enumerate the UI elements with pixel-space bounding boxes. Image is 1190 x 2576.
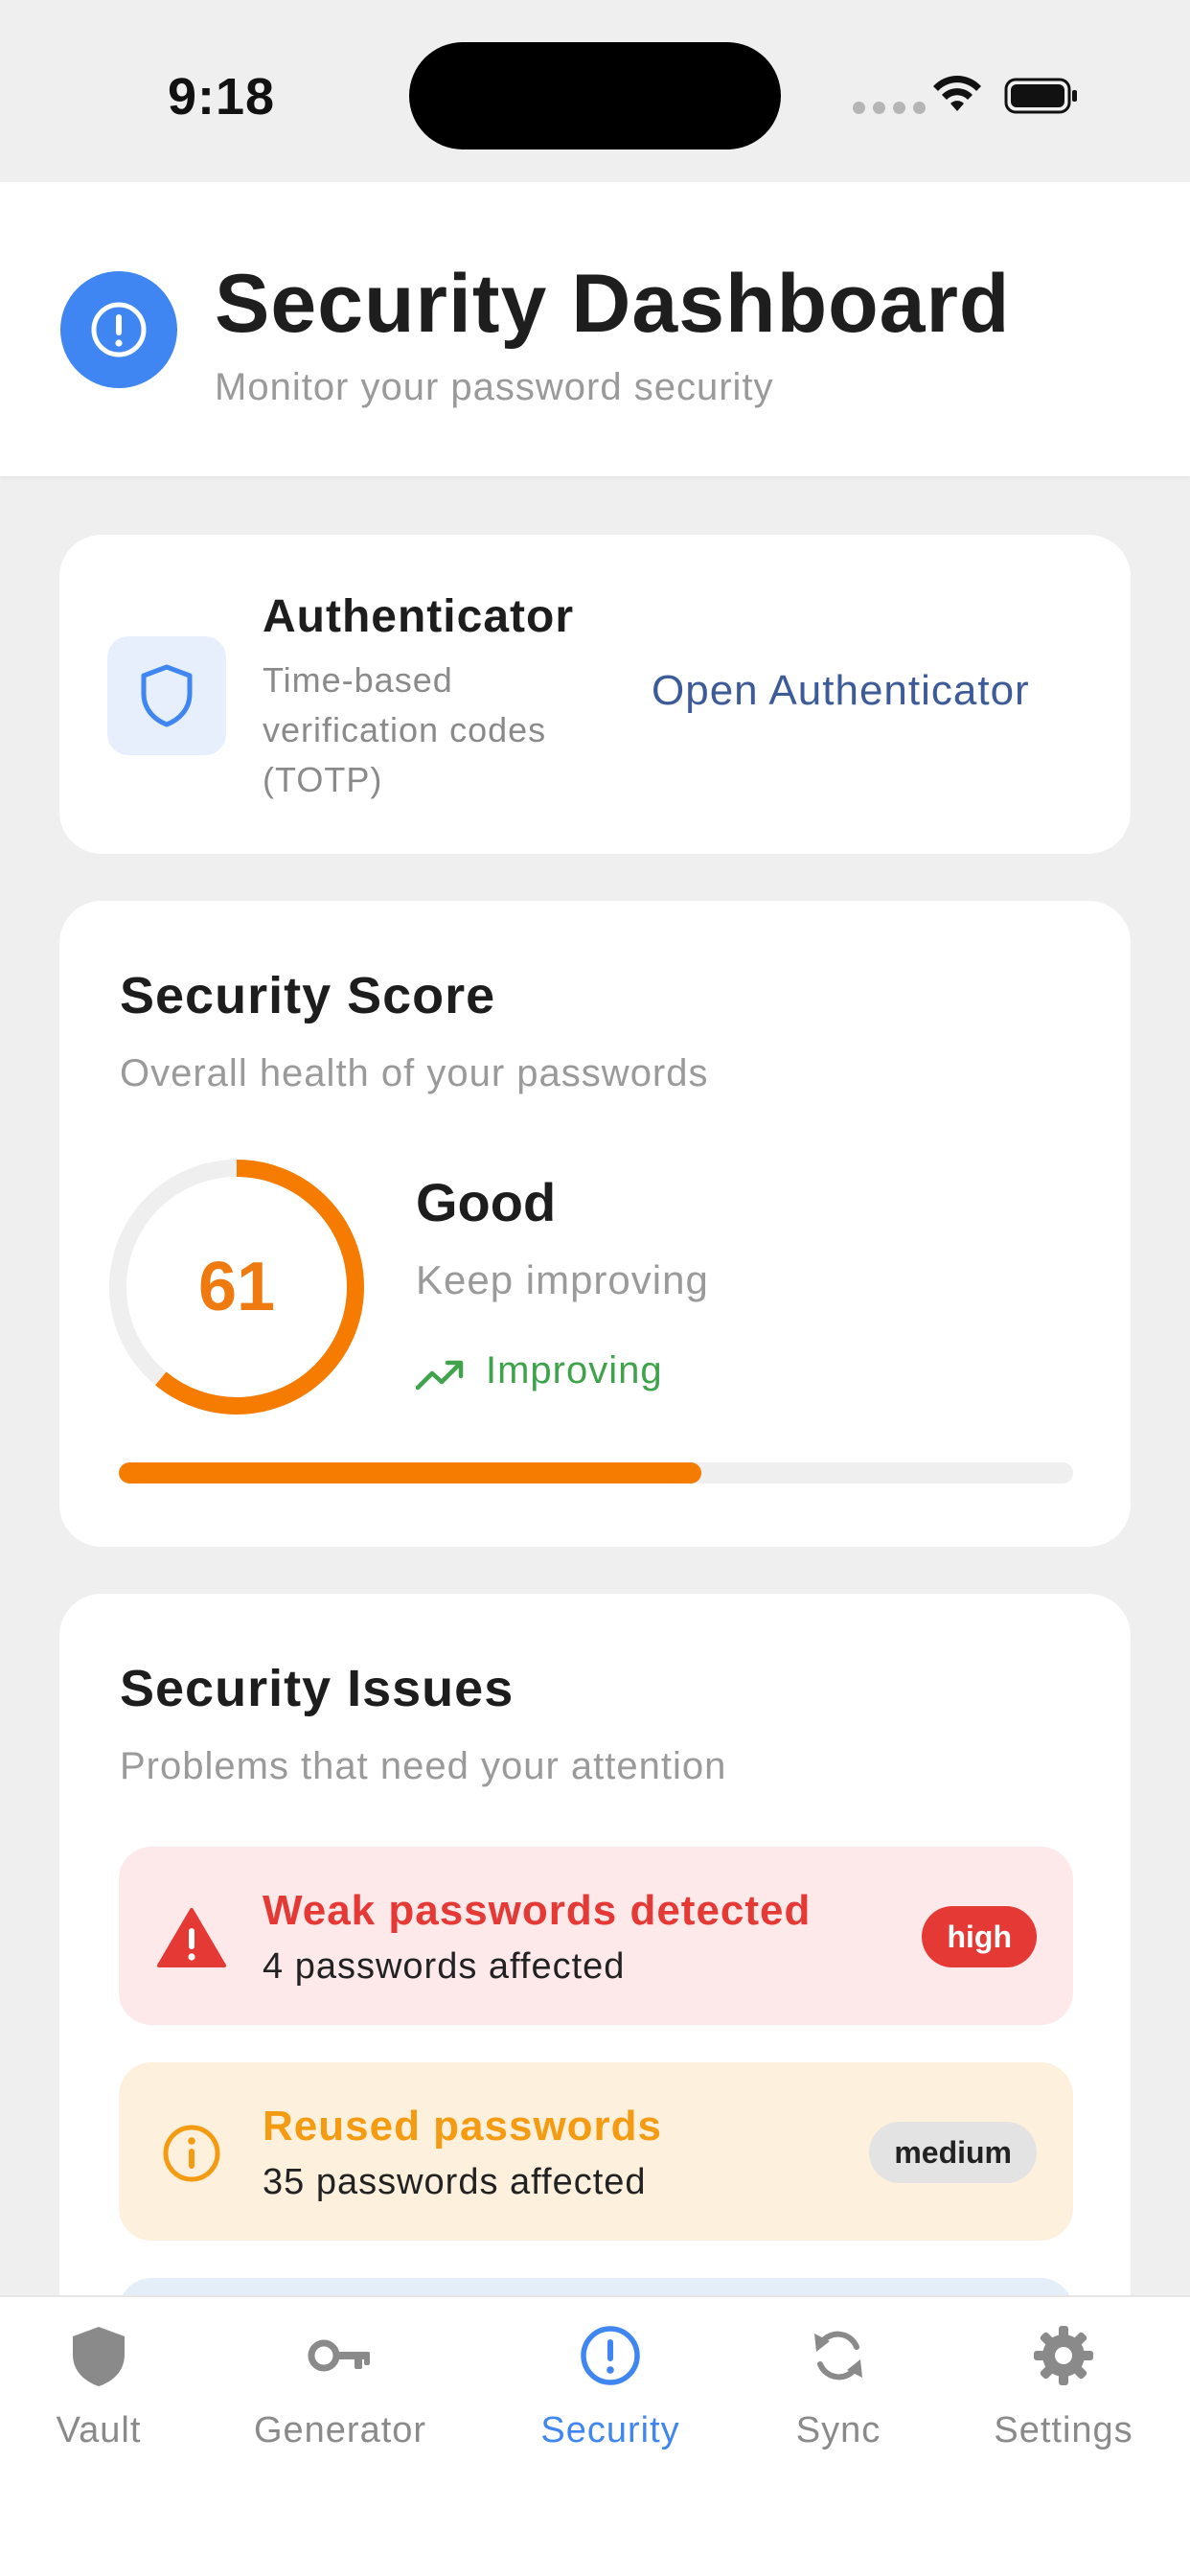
security-issues-subtitle: Problems that need your attention	[120, 1745, 727, 1787]
tab-label: Generator	[253, 2410, 427, 2450]
tab-label: Sync	[795, 2410, 881, 2450]
score-rating: Good	[416, 1172, 557, 1232]
page-header: Security Dashboard Monitor your password…	[0, 182, 1190, 476]
warning-icon	[157, 1908, 226, 1967]
severity-badge: medium	[869, 2122, 1037, 2183]
tab-settings[interactable]: Settings	[953, 2297, 1174, 2508]
wifi-icon	[933, 76, 981, 111]
tab-generator[interactable]: Generator	[230, 2297, 450, 2508]
score-progress-bar	[119, 1462, 1073, 1484]
status-bar: 9:18	[0, 0, 1190, 182]
dynamic-island	[409, 42, 781, 150]
bottom-tab-bar: Vault Generator Security Sync Settings	[0, 2295, 1190, 2576]
tab-security[interactable]: Security	[500, 2297, 721, 2508]
gear-icon	[1034, 2326, 1093, 2385]
tab-label: Security	[540, 2410, 680, 2450]
status-time: 9:18	[168, 68, 276, 126]
issue-detail: 4 passwords affected	[263, 1946, 626, 1987]
issue-detail: 35 passwords affected	[263, 2162, 647, 2202]
cellular-signal-icon	[853, 102, 926, 114]
security-score-subtitle: Overall health of your passwords	[120, 1052, 709, 1094]
authenticator-card[interactable]: Authenticator Time-based verification co…	[59, 535, 1131, 854]
score-progress-fill	[119, 1462, 701, 1484]
open-authenticator-button[interactable]: Open Authenticator	[652, 667, 1030, 715]
security-dashboard-screen: 9:18 Security Dashboard Monitor your pas…	[0, 0, 1190, 2576]
authenticator-icon-box	[107, 636, 226, 755]
tab-sync[interactable]: Sync	[728, 2297, 949, 2508]
issue-title: Reused passwords	[263, 2103, 663, 2150]
info-icon	[163, 2125, 220, 2182]
shield-icon	[73, 2327, 125, 2386]
trending-up-icon	[416, 1360, 464, 1391]
battery-icon	[1004, 78, 1077, 114]
security-score-title: Security Score	[120, 967, 496, 1024]
shield-icon	[141, 664, 193, 727]
header-alert-badge	[60, 271, 177, 388]
severity-badge: high	[922, 1906, 1037, 1967]
authenticator-description: Time-based verification codes (TOTP)	[263, 660, 547, 799]
alert-circle-icon	[91, 302, 147, 357]
issue-weak-passwords[interactable]: Weak passwords detected 4 passwords affe…	[119, 1847, 1073, 2025]
key-icon	[308, 2339, 370, 2372]
alert-circle-icon	[581, 2326, 640, 2385]
page-subtitle: Monitor your password security	[215, 366, 774, 408]
score-hint: Keep improving	[416, 1257, 709, 1302]
security-score-card: Security Score Overall health of your pa…	[59, 901, 1131, 1547]
sync-icon	[814, 2331, 862, 2380]
tab-vault[interactable]: Vault	[0, 2297, 209, 2508]
tab-label: Vault	[56, 2410, 142, 2450]
issue-reused-passwords[interactable]: Reused passwords 35 passwords affected m…	[119, 2062, 1073, 2241]
issue-title: Weak passwords detected	[263, 1887, 812, 1934]
score-value: 61	[197, 1249, 276, 1325]
score-trend: Improving	[486, 1349, 663, 1392]
page-title: Security Dashboard	[215, 258, 1011, 350]
tab-label: Settings	[994, 2410, 1133, 2450]
security-issues-title: Security Issues	[120, 1660, 515, 1717]
authenticator-title: Authenticator	[263, 591, 574, 642]
